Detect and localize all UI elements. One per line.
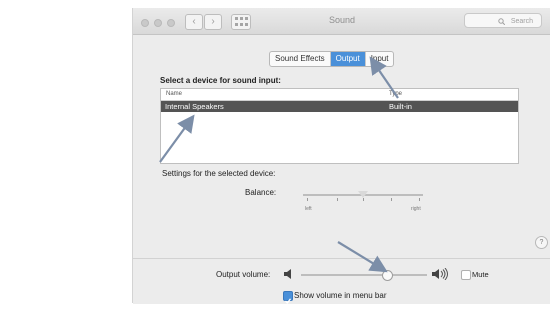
- tab-sound-effects[interactable]: Sound Effects: [270, 52, 331, 66]
- table-row[interactable]: Internal Speakers Built-in: [161, 101, 518, 112]
- volume-knob[interactable]: [381, 270, 393, 281]
- tab-input[interactable]: Input: [366, 52, 394, 66]
- balance-tick: [337, 198, 338, 201]
- volume-track: [301, 274, 427, 276]
- search-field[interactable]: Search: [464, 13, 542, 28]
- speaker-high-icon: [432, 268, 448, 280]
- device-section-heading: Select a device for sound input:: [160, 76, 281, 85]
- show-volume-in-menu-bar-label: Show volume in menu bar: [294, 291, 387, 300]
- search-icon: [498, 18, 505, 25]
- balance-tick: [419, 198, 420, 201]
- tab-output[interactable]: Output: [330, 52, 366, 66]
- device-type-cell: Built-in: [389, 102, 412, 111]
- tab-bar: Sound Effects Output Input: [269, 51, 395, 67]
- device-table: Name Type Internal Speakers Built-in: [160, 88, 519, 164]
- speaker-low-icon: [284, 269, 291, 279]
- balance-left-label: left: [305, 206, 312, 212]
- column-header-name[interactable]: Name: [166, 91, 182, 97]
- balance-knob[interactable]: [358, 191, 368, 198]
- sound-preferences-window: ‹ › Sound Search Sound Effects Output In…: [132, 8, 550, 305]
- help-icon: ?: [539, 239, 544, 246]
- help-button[interactable]: ?: [535, 236, 548, 249]
- checkmark-icon: [285, 298, 292, 305]
- balance-right-label: right: [411, 206, 421, 212]
- mute-label: Mute: [472, 270, 489, 279]
- balance-tick: [391, 198, 392, 201]
- table-header: Name Type: [161, 89, 518, 101]
- balance-tick: [307, 198, 308, 201]
- column-header-type[interactable]: Type: [389, 91, 402, 97]
- balance-tick: [363, 198, 364, 201]
- device-name-cell: Internal Speakers: [165, 102, 224, 111]
- mute-checkbox[interactable]: [461, 270, 471, 280]
- show-volume-in-menu-bar-checkbox[interactable]: [283, 291, 293, 305]
- settings-heading: Settings for the selected device:: [162, 169, 276, 178]
- output-volume-label: Output volume:: [216, 270, 271, 279]
- balance-label: Balance:: [245, 188, 277, 197]
- search-placeholder: Search: [510, 18, 533, 25]
- title-bar: ‹ › Sound Search: [133, 8, 550, 35]
